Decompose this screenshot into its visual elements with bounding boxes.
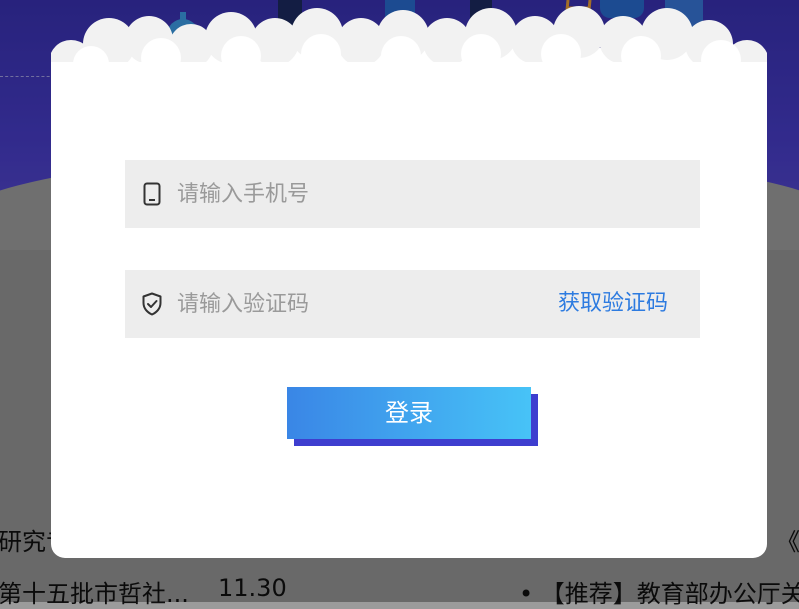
phone-field[interactable]: [125, 160, 700, 228]
get-code-button[interactable]: 获取验证码: [558, 270, 668, 338]
phone-input[interactable]: [177, 174, 517, 214]
login-button[interactable]: 登录: [287, 387, 531, 439]
verification-code-field[interactable]: 获取验证码: [125, 270, 700, 338]
shield-check-icon: [141, 291, 163, 317]
verification-code-input[interactable]: [177, 284, 517, 324]
phone-icon: [141, 181, 163, 207]
